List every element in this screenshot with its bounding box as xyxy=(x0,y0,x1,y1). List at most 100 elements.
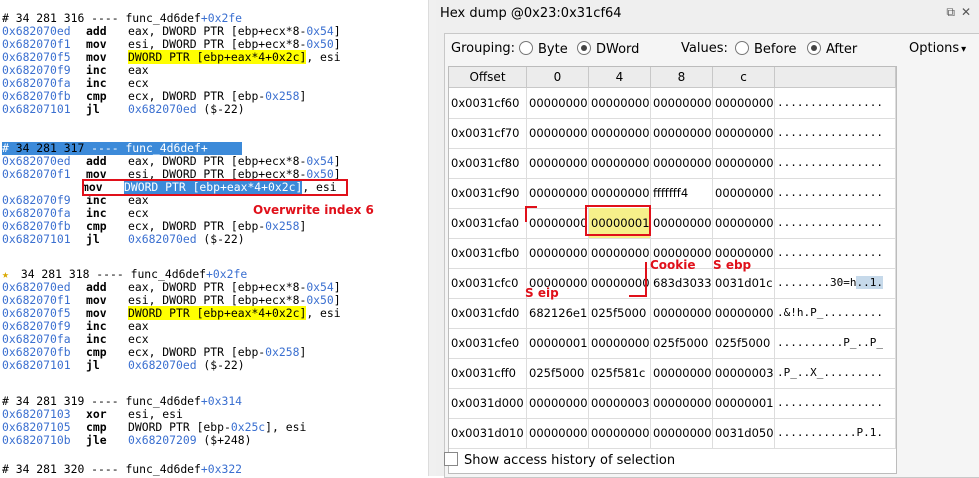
dword-cell[interactable]: 00000000 xyxy=(589,118,651,148)
jump-target-link[interactable]: 0x682070ed xyxy=(128,232,197,246)
dword-cell[interactable]: 0031d01c xyxy=(713,268,775,298)
block-header[interactable]: # 34 281 320 ---- func_4d6def+0x322 xyxy=(2,463,242,476)
hex-row[interactable]: 0x0031cf90 00000000 00000000 fffffff4 000000… xyxy=(449,178,896,209)
dword-cell[interactable]: 00000000 xyxy=(713,148,775,178)
instruction-address[interactable]: 0x68207101 xyxy=(2,103,86,116)
instruction-operand: ecx, DWORD PTR [ebp- xyxy=(128,345,266,359)
dword-cell[interactable]: 025f5000 xyxy=(527,358,589,388)
dword-cell[interactable]: 00000000 xyxy=(713,178,775,208)
column-header[interactable]: 8 xyxy=(651,67,713,87)
hex-row[interactable]: 0x0031d000 00000000 00000003 00000000 000000… xyxy=(449,388,896,419)
dword-cell[interactable]: 00000000 xyxy=(651,358,713,388)
ascii-cell[interactable]: ................ xyxy=(775,388,896,418)
dword-cell[interactable]: 00000000 xyxy=(589,268,651,298)
instruction-address[interactable]: 0x6820710b xyxy=(2,434,86,447)
dword-cell[interactable]: 00000000 xyxy=(527,118,589,148)
ascii-cell[interactable]: ........30=h..1. xyxy=(775,268,896,298)
instruction-row[interactable]: 0x68207101 jl 0x682070ed ($-22) xyxy=(2,359,245,372)
dword-cell[interactable]: 00000000 xyxy=(651,418,713,448)
dword-cell[interactable]: 00000000 xyxy=(527,208,589,238)
dword-cell[interactable]: 00000000 xyxy=(527,178,589,208)
close-icon[interactable]: ✕ xyxy=(961,5,971,19)
hex-row[interactable]: 0x0031cfd0 682126e1 025f5000 00000000 000000… xyxy=(449,298,896,329)
dword-cell[interactable]: 025f5000 xyxy=(589,298,651,328)
ascii-cell[interactable]: .&!h.P_......... xyxy=(775,298,896,328)
dword-cell[interactable]: 00000000 xyxy=(589,88,651,118)
jump-target-link[interactable]: 0x68207209 xyxy=(128,433,197,447)
hex-row[interactable]: 0x0031cf70 00000000 00000000 00000000 000000… xyxy=(449,118,896,149)
instruction-row[interactable]: 0x68207101 jl 0x682070ed ($-22) xyxy=(2,233,245,246)
dword-cell[interactable]: 00000001 xyxy=(713,388,775,418)
ascii-cell[interactable]: ................ xyxy=(775,208,896,238)
access-history-checkbox[interactable]: Show access history of selection xyxy=(444,452,675,468)
hex-row[interactable]: 0x0031cfa0 00000000 00000001 00000000 000000… xyxy=(449,208,896,239)
dword-cell[interactable]: 00000000 xyxy=(589,178,651,208)
dword-cell[interactable]: 00000000 xyxy=(713,208,775,238)
ascii-cell[interactable]: ..........P_..P_ xyxy=(775,328,896,358)
grouping-byte-radio[interactable]: Byte xyxy=(519,41,568,57)
dword-cell[interactable]: 025f5000 xyxy=(651,328,713,358)
ascii-cell[interactable]: ................ xyxy=(775,88,896,118)
instruction-address[interactable]: 0x682070f1 xyxy=(2,168,86,181)
dword-cell[interactable]: fffffff4 xyxy=(651,178,713,208)
dword-cell[interactable]: 00000000 xyxy=(527,88,589,118)
column-header[interactable]: 0 xyxy=(527,67,589,87)
dword-cell[interactable]: 00000000 xyxy=(527,418,589,448)
ascii-cell[interactable]: .P_..X_......... xyxy=(775,358,896,388)
instruction-row[interactable]: 0x6820710b jle 0x68207209 ($+248) xyxy=(2,434,251,447)
dword-cell[interactable]: 00000000 xyxy=(527,388,589,418)
dword-cell[interactable]: 00000000 xyxy=(589,328,651,358)
dword-cell[interactable]: 00000003 xyxy=(589,388,651,418)
dword-cell[interactable]: 00000000 xyxy=(651,148,713,178)
hex-row[interactable]: 0x0031cfe0 00000001 00000000 025f5000 025f50… xyxy=(449,328,896,359)
dword-cell[interactable]: 00000000 xyxy=(713,118,775,148)
dword-cell[interactable]: 00000000 xyxy=(527,148,589,178)
dword-cell[interactable]: 00000000 xyxy=(651,118,713,148)
options-dropdown[interactable]: Options ▾ xyxy=(909,41,966,56)
dword-cell[interactable]: 025f581c xyxy=(589,358,651,388)
dword-cell[interactable]: 00000000 xyxy=(713,88,775,118)
dword-cell[interactable]: 00000000 xyxy=(589,148,651,178)
dword-cell[interactable]: 00000003 xyxy=(713,358,775,388)
instruction-operand: ($-22) xyxy=(196,232,245,246)
ascii-cell[interactable]: ............P.1. xyxy=(775,418,896,448)
dword-cell[interactable]: 00000000 xyxy=(651,208,713,238)
dword-cell[interactable]: 683d3033 xyxy=(651,268,713,298)
hex-row[interactable]: 0x0031d010 00000000 00000000 00000000 0031d0… xyxy=(449,418,896,449)
ascii-cell[interactable]: ................ xyxy=(775,178,896,208)
column-header[interactable]: Offset xyxy=(449,67,527,87)
column-header[interactable] xyxy=(775,67,896,87)
restore-icon[interactable]: ⧉ xyxy=(946,5,955,20)
jump-target-link[interactable]: 0x682070ed xyxy=(128,102,197,116)
hex-row[interactable]: 0x0031cf80 00000000 00000000 00000000 000000… xyxy=(449,148,896,179)
values-before-radio[interactable]: Before xyxy=(735,41,797,57)
grouping-dword-radio[interactable]: DWord xyxy=(577,41,639,57)
dword-cell[interactable]: 00000000 xyxy=(713,298,775,328)
jump-target-link[interactable]: 0x682070ed xyxy=(128,358,197,372)
instruction-address[interactable]: 0x68207101 xyxy=(2,359,86,372)
dword-cell[interactable]: 00000000 xyxy=(651,298,713,328)
ascii-cell[interactable]: ................ xyxy=(775,148,896,178)
hex-row[interactable]: 0x0031cfc0 00000000 00000000 683d3033 0031d0… xyxy=(449,268,896,299)
dword-cell[interactable]: 025f5000 xyxy=(713,328,775,358)
dword-cell[interactable]: 00000000 xyxy=(651,388,713,418)
dword-cell[interactable]: 0031d050 xyxy=(713,418,775,448)
dword-cell[interactable]: 00000000 xyxy=(589,238,651,268)
block-marker: # xyxy=(2,462,9,476)
ascii-cell[interactable]: ................ xyxy=(775,118,896,148)
dword-cell[interactable]: 00000000 xyxy=(527,238,589,268)
dword-cell[interactable]: 00000000 xyxy=(651,88,713,118)
dword-cell[interactable]: 00000001 xyxy=(527,328,589,358)
column-header[interactable]: c xyxy=(713,67,775,87)
hex-row[interactable]: 0x0031cf60 00000000 00000000 00000000 000000… xyxy=(449,88,896,119)
instruction-address[interactable]: 0x68207101 xyxy=(2,233,86,246)
instruction-row[interactable]: 0x68207101 jl 0x682070ed ($-22) xyxy=(2,103,245,116)
dword-cell[interactable]: 00000000 xyxy=(589,418,651,448)
dword-cell[interactable]: 682126e1 xyxy=(527,298,589,328)
hex-side-area xyxy=(899,66,979,472)
column-header[interactable]: 4 xyxy=(589,67,651,87)
ascii-cell[interactable]: ................ xyxy=(775,238,896,268)
values-after-radio[interactable]: After xyxy=(807,41,857,57)
hex-row[interactable]: 0x0031cff0 025f5000 025f581c 00000000 000000… xyxy=(449,358,896,389)
disassembly-pane[interactable]: # 34 281 316 ---- func_4d6def+0x2fe 0x682… xyxy=(0,0,428,476)
